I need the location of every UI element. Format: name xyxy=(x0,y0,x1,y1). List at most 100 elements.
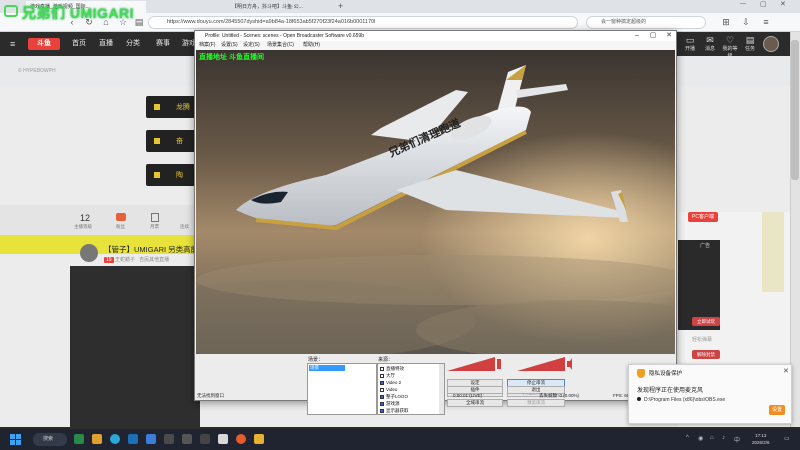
browser-tab[interactable]: 【明日方舟，抖斗吧】斗鱼·公... xyxy=(228,1,338,13)
obs-minimize-icon[interactable]: – xyxy=(630,31,644,41)
menu-item[interactable]: 场景集合(C) xyxy=(267,41,294,50)
menu-item[interactable]: 设置(S) xyxy=(221,41,238,50)
search-input[interactable]: 会一窗种搞定超级的 xyxy=(586,16,706,29)
app-icon[interactable] xyxy=(182,434,192,444)
obs-maximize-icon[interactable]: ▢ xyxy=(646,31,660,41)
scroll-thumb[interactable] xyxy=(791,40,799,180)
avatar[interactable] xyxy=(763,36,779,52)
site-logo[interactable]: 斗鱼 xyxy=(28,38,60,50)
stat-label: 粉丝 xyxy=(116,224,125,229)
watermark-text: 兄弟们 UMIGARI xyxy=(22,5,135,21)
hamburger-icon[interactable]: ≡ xyxy=(10,39,15,49)
nav-item[interactable]: 首页 xyxy=(72,32,86,56)
checkbox[interactable] xyxy=(380,408,384,413)
clock-date: 2026/2/6 xyxy=(752,440,770,445)
stat-value: 12 xyxy=(80,213,91,223)
menu-icon[interactable]: ≡ xyxy=(760,16,772,28)
tray-chevron-icon[interactable]: ^ xyxy=(686,435,689,441)
source-item[interactable]: 游戏源 xyxy=(380,401,400,407)
edge-icon[interactable] xyxy=(110,434,120,444)
nav-item[interactable]: 分类 xyxy=(126,32,140,56)
close-icon[interactable]: ✕ xyxy=(783,367,789,375)
fullscreen-button[interactable]: 全域串流 xyxy=(447,399,503,407)
stats-strip: 12 主播等级 粉丝 月票 连续 xyxy=(0,205,200,235)
watermark-icon xyxy=(4,5,18,17)
promo-card[interactable]: 陶 xyxy=(146,164,196,186)
side-stripe xyxy=(762,212,784,292)
notification-title: 隐私设备保护 xyxy=(649,371,683,377)
ticket-icon xyxy=(151,213,159,222)
side-link[interactable]: 轻松弹幕 xyxy=(692,336,712,343)
minimize-icon[interactable]: — xyxy=(740,1,746,7)
notification-center-icon[interactable]: ▭ xyxy=(784,435,790,442)
obs-titlebar: Profile: Untitled - Scenes: scenes - Ope… xyxy=(195,31,676,41)
source-item[interactable]: 大厅 xyxy=(380,373,395,379)
notification-settings-button[interactable]: 设置 xyxy=(769,405,785,415)
status-time: 0:00:01 (LIVE) xyxy=(453,393,483,398)
close-icon[interactable]: ✕ xyxy=(780,0,786,8)
taskbar-search[interactable]: 搜索 xyxy=(33,433,67,446)
app-icon[interactable] xyxy=(218,434,228,444)
pc-client-badge[interactable]: PC客户端 xyxy=(688,212,718,222)
video-player-area[interactable] xyxy=(70,266,200,431)
mic-icon xyxy=(497,359,501,369)
speaker-icon xyxy=(567,358,572,370)
fan-badge-icon xyxy=(116,213,126,221)
downloads-icon[interactable]: ⇩ xyxy=(740,16,752,28)
sources-scrollbar[interactable] xyxy=(439,364,444,414)
status-message: 无法找到窗口 xyxy=(197,393,224,398)
reader-icon[interactable]: ▤ xyxy=(133,16,145,28)
header-go-live[interactable]: ▭ 开播 xyxy=(682,35,698,53)
checkbox[interactable] xyxy=(380,366,384,371)
obs-icon[interactable] xyxy=(164,434,174,444)
windows-start-icon[interactable] xyxy=(10,434,21,445)
checkbox[interactable] xyxy=(380,380,384,385)
source-item[interactable]: Video 2 xyxy=(380,380,401,386)
sources-list[interactable]: 直播特效 大厅 Video 2 Video 整子LOGO 游戏源 显示器获取 xyxy=(377,363,445,415)
side-button[interactable]: 解除封禁 xyxy=(692,350,720,359)
preview-stream-button[interactable]: 预览串流 xyxy=(507,399,565,407)
stat-label: 月票 xyxy=(150,224,159,229)
extensions-icon[interactable]: ⊞ xyxy=(720,16,732,28)
promo-card[interactable]: 奋 xyxy=(146,130,196,152)
promo-card[interactable]: 龙腾 xyxy=(146,96,196,118)
url-input[interactable]: https://www.douyu.com/2845507dyshid=a9b8… xyxy=(148,16,578,29)
nav-item[interactable]: 直播 xyxy=(99,32,113,56)
taskbar-clock[interactable]: 17:13 2026/2/6 xyxy=(752,432,770,446)
app-icon[interactable] xyxy=(74,434,84,444)
source-item[interactable]: 显示器获取 xyxy=(380,408,409,414)
store-icon[interactable] xyxy=(128,434,138,444)
browser-icon[interactable] xyxy=(146,434,156,444)
maximize-icon[interactable]: ▢ xyxy=(760,0,767,8)
ad-button[interactable]: 立即试玩 xyxy=(692,317,720,326)
sources-label: 来源： xyxy=(378,357,394,363)
scene-item[interactable]: 场景 xyxy=(309,365,345,371)
ime-icon[interactable]: 中 xyxy=(734,435,740,444)
app-icon[interactable] xyxy=(236,434,246,444)
header-messages[interactable]: ✉ 消息 xyxy=(702,35,718,53)
source-item[interactable]: 直播特效 xyxy=(380,366,404,372)
scenes-list[interactable]: 场景 xyxy=(307,363,377,415)
obs-statusbar: 无法找到窗口 0:00:01 (LIVE) 丢失帧数: 0 (0.00%) FP… xyxy=(195,392,676,400)
volume-icon[interactable]: ♪ xyxy=(722,435,725,441)
audio-meter-desktop xyxy=(517,357,572,371)
menu-item[interactable]: 设定(S) xyxy=(243,41,260,50)
folder-icon[interactable] xyxy=(92,434,102,444)
network-icon[interactable]: ⌂ xyxy=(710,435,714,441)
privacy-notification: 隐私设备保护 ✕ 发现程序正在使用麦克风 D:\Program Files (x… xyxy=(628,364,792,424)
obs-close-icon[interactable]: ✕ xyxy=(662,31,676,41)
stat-label: 连续 xyxy=(180,224,189,229)
menu-item[interactable]: 帮助(H) xyxy=(303,41,320,50)
streamer-avatar[interactable] xyxy=(80,244,98,262)
app-icon[interactable] xyxy=(254,434,264,444)
app-icon[interactable] xyxy=(200,434,210,444)
header-tasks[interactable]: ▤ 任务 xyxy=(742,35,758,53)
obs-preview[interactable]: 兄弟们清理跑道 直播地址 斗鱼直播间 xyxy=(196,50,675,354)
tray-icon[interactable]: ◉ xyxy=(698,435,703,442)
checkbox[interactable] xyxy=(380,373,384,378)
new-tab-icon[interactable]: + xyxy=(338,0,343,12)
nav-item[interactable]: 赛事 xyxy=(156,32,170,56)
airplane-preview-image xyxy=(196,50,675,354)
checkbox[interactable] xyxy=(380,401,384,406)
menu-item[interactable]: 档案(F) xyxy=(199,41,215,50)
